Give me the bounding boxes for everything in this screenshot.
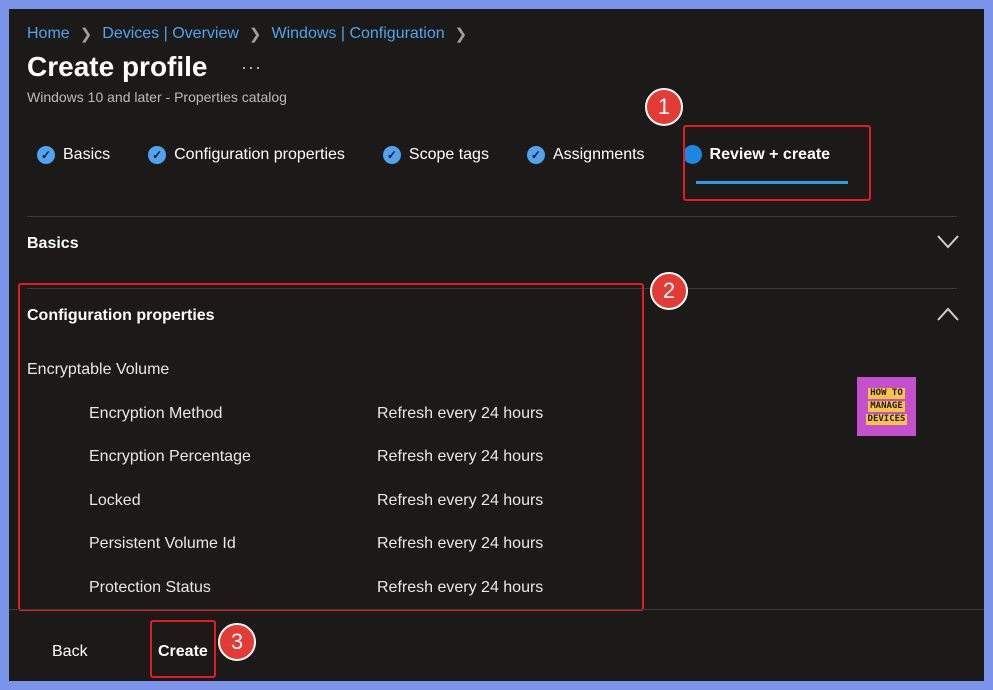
- highlight-box-create: [150, 620, 216, 678]
- tab-configuration-properties[interactable]: ✓ Configuration properties: [148, 145, 345, 164]
- checkmark-icon: ✓: [37, 145, 55, 164]
- chevron-down-icon[interactable]: [937, 235, 959, 249]
- logo-text: HOW TO: [868, 388, 905, 399]
- tab-label: Assignments: [552, 145, 645, 163]
- logo-text: DEVICES: [865, 414, 908, 425]
- checkmark-icon: ✓: [526, 145, 545, 164]
- portal-frame: Home ❯ Devices | Overview ❯ Windows | Co…: [9, 9, 984, 681]
- more-options-icon[interactable]: ···: [241, 57, 262, 78]
- chevron-right-icon: ❯: [454, 26, 468, 43]
- page-subtitle: Windows 10 and later - Properties catalo…: [27, 89, 287, 105]
- checkmark-icon: ✓: [148, 145, 167, 164]
- tab-basics[interactable]: ✓ Basics: [37, 145, 111, 164]
- how-to-manage-devices-logo: HOW TO MANAGE DEVICES: [857, 377, 916, 436]
- annotation-badge-3: 3: [218, 623, 256, 661]
- breadcrumb: Home ❯ Devices | Overview ❯ Windows | Co…: [27, 25, 477, 43]
- annotation-badge-1: 1: [645, 88, 683, 126]
- section-basics-title[interactable]: Basics: [27, 235, 79, 253]
- chevron-up-icon[interactable]: [937, 307, 959, 321]
- divider: [27, 216, 957, 217]
- chevron-right-icon: ❯: [248, 26, 262, 43]
- tab-label: Basics: [63, 145, 111, 163]
- highlight-box-configuration-properties: [18, 283, 644, 611]
- tab-assignments[interactable]: ✓ Assignments: [526, 145, 645, 164]
- chevron-right-icon: ❯: [79, 26, 93, 43]
- footer-divider: [9, 609, 984, 610]
- breadcrumb-devices-overview[interactable]: Devices | Overview: [102, 25, 239, 43]
- back-button[interactable]: Back: [52, 643, 88, 661]
- annotation-badge-2: 2: [650, 272, 688, 310]
- tab-label: Scope tags: [408, 145, 489, 163]
- tab-label: Configuration properties: [174, 145, 345, 163]
- tab-scope-tags[interactable]: ✓ Scope tags: [382, 145, 489, 164]
- breadcrumb-home[interactable]: Home: [27, 25, 70, 43]
- breadcrumb-windows-configuration[interactable]: Windows | Configuration: [271, 25, 444, 43]
- logo-text: MANAGE: [868, 401, 905, 412]
- page-title: Create profile: [27, 51, 208, 82]
- highlight-box-review-create: [683, 125, 871, 201]
- checkmark-icon: ✓: [382, 145, 401, 164]
